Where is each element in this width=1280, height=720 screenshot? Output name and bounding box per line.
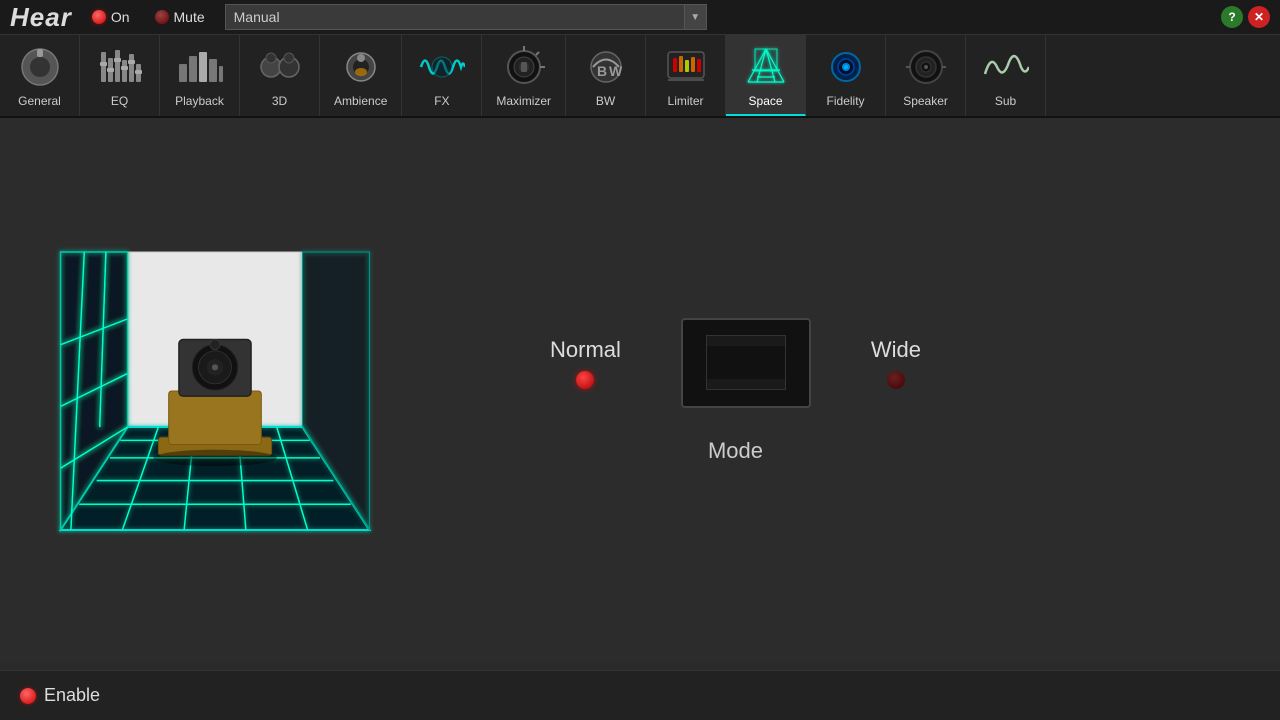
normal-mode-indicator xyxy=(576,371,594,389)
tab-fx[interactable]: FX xyxy=(402,35,482,116)
mute-label: Mute xyxy=(174,9,205,25)
close-button[interactable]: ✕ xyxy=(1248,6,1270,28)
mode-display-inner xyxy=(706,335,786,390)
tab-general[interactable]: General xyxy=(0,35,80,116)
tab-eq-label: EQ xyxy=(111,94,128,108)
tab-speaker-label: Speaker xyxy=(903,94,948,108)
tab-general-label: General xyxy=(18,94,61,108)
playback-icon xyxy=(176,43,224,91)
limiter-icon xyxy=(662,43,710,91)
preset-input[interactable] xyxy=(225,4,685,30)
tab-limiter[interactable]: Limiter xyxy=(646,35,726,116)
enable-indicator xyxy=(20,688,36,704)
tab-limiter-label: Limiter xyxy=(668,94,704,108)
tab-space[interactable]: Space xyxy=(726,35,806,116)
fx-icon xyxy=(418,43,466,91)
tab-bw-label: BW xyxy=(596,94,615,108)
mode-selector-row: Normal Wide xyxy=(550,318,921,408)
preset-bar: ▼ xyxy=(225,4,1211,30)
svg-text:W: W xyxy=(609,63,623,79)
on-label: On xyxy=(111,9,130,25)
space-controls: Normal Wide xyxy=(550,318,921,464)
tab-bar: General EQ xyxy=(0,35,1280,118)
normal-mode-label: Normal xyxy=(550,337,621,363)
tab-space-label: Space xyxy=(749,94,783,108)
fidelity-icon xyxy=(822,43,870,91)
tab-playback-label: Playback xyxy=(175,94,224,108)
eq-icon xyxy=(96,43,144,91)
maximizer-icon xyxy=(500,43,548,91)
tab-maximizer[interactable]: Maximizer xyxy=(482,35,566,116)
svg-text:B: B xyxy=(597,63,607,79)
tab-speaker[interactable]: Speaker xyxy=(886,35,966,116)
wide-mode-label: Wide xyxy=(871,337,921,363)
tab-bw[interactable]: B W BW xyxy=(566,35,646,116)
on-indicator xyxy=(92,10,106,24)
on-button[interactable]: On xyxy=(92,9,130,25)
tab-3d[interactable]: 3D xyxy=(240,35,320,116)
sub-icon xyxy=(982,43,1030,91)
3d-icon xyxy=(256,43,304,91)
tab-ambience-label: Ambience xyxy=(334,94,387,108)
header-bar: Hear On Mute ▼ ? ✕ xyxy=(0,0,1280,35)
tab-playback[interactable]: Playback xyxy=(160,35,240,116)
help-button[interactable]: ? xyxy=(1221,6,1243,28)
room-visualization xyxy=(40,241,390,541)
tab-maximizer-label: Maximizer xyxy=(496,94,551,108)
general-icon xyxy=(16,43,64,91)
enable-label: Enable xyxy=(44,685,100,706)
tab-3d-label: 3D xyxy=(272,94,287,108)
normal-mode-option[interactable]: Normal xyxy=(550,337,621,389)
tab-sub-label: Sub xyxy=(995,94,1016,108)
ambience-icon xyxy=(337,43,385,91)
mute-button[interactable]: Mute xyxy=(155,9,205,25)
space-icon xyxy=(742,43,790,91)
speaker-icon xyxy=(902,43,950,91)
mute-indicator xyxy=(155,10,169,24)
tab-ambience[interactable]: Ambience xyxy=(320,35,402,116)
mode-section-title: Mode xyxy=(708,438,763,464)
bw-icon: B W xyxy=(582,43,630,91)
tab-sub[interactable]: Sub xyxy=(966,35,1046,116)
tab-fx-label: FX xyxy=(434,94,449,108)
bottom-bar: Enable xyxy=(0,670,1280,720)
tab-fidelity-label: Fidelity xyxy=(827,94,865,108)
wide-mode-option[interactable]: Wide xyxy=(871,337,921,389)
tab-fidelity[interactable]: Fidelity xyxy=(806,35,886,116)
tab-eq[interactable]: EQ xyxy=(80,35,160,116)
main-content: Normal Wide xyxy=(0,118,1280,663)
window-controls: ? ✕ xyxy=(1221,6,1270,28)
app-logo: Hear xyxy=(10,2,72,33)
mode-display-screen[interactable] xyxy=(681,318,811,408)
wide-mode-indicator xyxy=(887,371,905,389)
enable-button[interactable]: Enable xyxy=(20,685,100,706)
preset-dropdown-arrow[interactable]: ▼ xyxy=(685,4,707,30)
